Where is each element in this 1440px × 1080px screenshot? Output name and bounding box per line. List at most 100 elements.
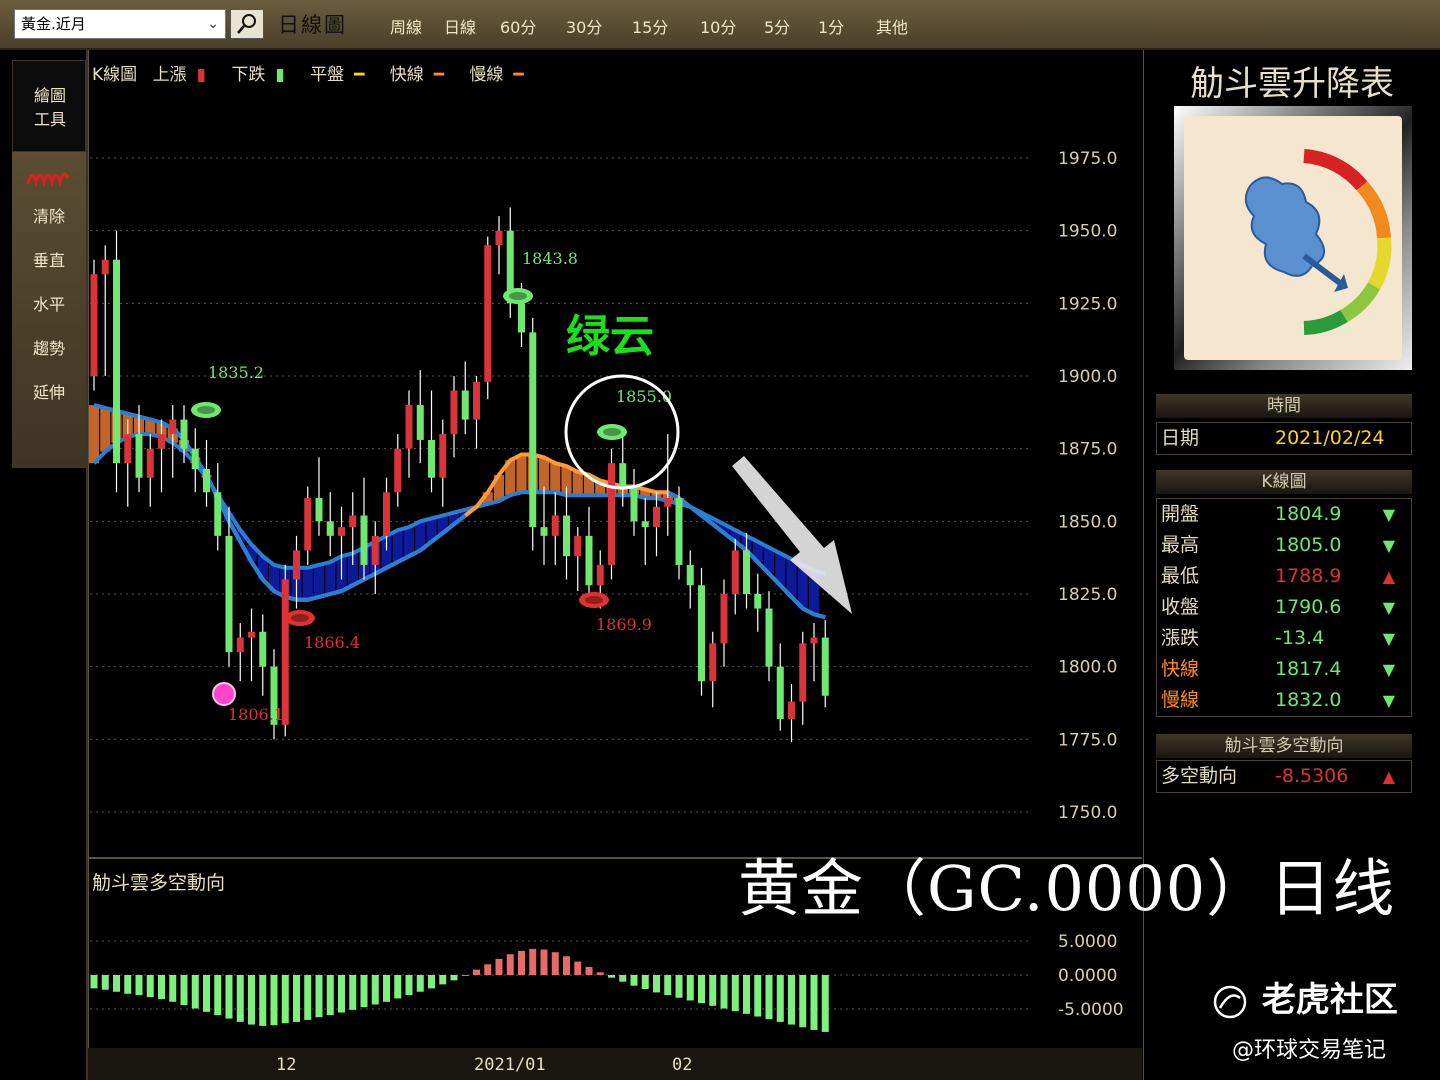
candle-body [799,643,807,702]
candle-body [203,469,210,493]
candle-body [450,390,458,435]
candle-body [608,463,615,565]
momentum-bar [214,975,222,1016]
momentum-bar [608,975,615,978]
cloud-marker-core [509,292,527,300]
cloud-gauge-icon [1244,149,1392,335]
kline-row-value: 1805.0 [1275,534,1342,556]
price-tag-label: 1869.9 [596,615,652,634]
candle-body [304,498,312,551]
kline-row-value: 1788.9 [1275,565,1342,587]
trend-section-header: 觔斗雲多空動向 [1156,734,1412,758]
momentum-bar [495,958,503,975]
x-axis-band [88,1048,1142,1080]
y-axis-tick-label: 1800.0 [1058,658,1117,678]
kline-row-value: -13.4 [1275,627,1325,649]
momentum-bar [799,975,807,1028]
legend-slow: 慢線 ━ [469,65,524,85]
momentum-bar [754,975,762,1017]
momentum-bar [113,975,120,992]
kline-row-arrow-icon: ▼ [1382,660,1395,679]
kline-row: 開盤 1804.9 ▼ [1157,499,1411,530]
momentum-bar [180,975,188,1006]
candle-body [281,579,289,725]
candle-body [428,439,435,478]
kline-row-arrow-icon: ▼ [1382,536,1395,555]
momentum-bar [585,966,593,975]
candle-body [743,550,750,594]
momentum-bar [371,975,379,1005]
momentum-bar [203,975,210,1012]
momentum-bar [776,975,784,1022]
kline-row-arrow-icon: ▼ [1382,629,1395,648]
sub-y-tick-label: 5.0000 [1058,932,1117,952]
y-axis-tick-label: 1825.0 [1058,585,1117,605]
momentum-bar [191,975,199,1009]
candle-body [574,535,582,557]
kline-row: 收盤 1790.6 ▼ [1157,592,1411,623]
date-row: 日期 2021/02/24 [1157,423,1411,454]
candle-body [675,498,683,565]
y-axis-tick-label: 1850.0 [1058,512,1117,532]
y-axis-tick-label: 1875.0 [1058,440,1117,460]
legend-flat: 平盤 ━ [310,65,365,85]
momentum-bar [101,975,109,990]
legend-down: 下跌 ▮ [231,65,285,85]
candle-body [169,419,177,435]
candle-body [563,515,570,557]
candle-body [293,550,300,580]
time-table: 日期 2021/02/24 [1156,422,1412,455]
kline-row-label: 開盤 [1161,503,1200,525]
kline-row-arrow-icon: ▲ [1382,567,1395,586]
tiger-logo-icon [1213,985,1247,1018]
candle-body [259,631,267,667]
cloud-marker-core [603,428,621,436]
candle-body [754,594,762,609]
momentum-bar [315,975,323,1018]
kline-row: 最高 1805.0 ▼ [1157,530,1411,561]
candle-body [360,515,368,565]
momentum-bar [675,975,683,998]
momentum-bar [653,975,660,993]
momentum-bar [281,975,289,1024]
kline-row-label: 慢線 [1161,689,1200,711]
candle-body [529,332,537,528]
momentum-bar [236,975,244,1022]
trend-value: -8.5306 [1275,765,1349,787]
candle-body [720,594,728,644]
kline-row: 最低 1788.9 ▲ [1157,561,1411,592]
green-cloud-annotation: 绿云 [566,311,654,362]
momentum-bar [720,975,728,1009]
candle-body [394,448,402,493]
right-panel-title: 觔斗雲升降表 [1190,64,1394,104]
cloud-marker-core [197,406,215,414]
candle-body [776,666,784,719]
candle-body [518,303,525,333]
kline-row-label: 收盤 [1161,596,1200,618]
price-tag-label: 1806.1 [228,705,284,724]
kline-row-arrow-icon: ▼ [1382,691,1395,710]
momentum-bar [731,975,739,1012]
candle-body [349,515,357,528]
candle-body [191,448,199,470]
candle-body [383,492,390,536]
x-axis-tick-label: 02 [672,1055,693,1075]
candle-body [124,434,132,464]
momentum-bar [326,975,334,1016]
candle-body [90,274,98,376]
candle-body [338,527,345,536]
momentum-bar [664,975,672,996]
y-axis-tick-label: 1950.0 [1058,222,1117,242]
slow-line [92,432,826,576]
trend-table: 多空動向 -8.5306 ▲ [1156,760,1412,793]
x-axis-tick-label: 12 [276,1055,297,1075]
momentum-bar [394,975,402,999]
momentum-bar [743,975,750,1014]
momentum-bar [259,975,267,1026]
momentum-bar [810,975,818,1030]
momentum-bar [338,975,345,1013]
date-value: 2021/02/24 [1275,427,1385,449]
candle-body [416,405,424,440]
momentum-bar [484,964,492,975]
candle-body [326,521,334,536]
